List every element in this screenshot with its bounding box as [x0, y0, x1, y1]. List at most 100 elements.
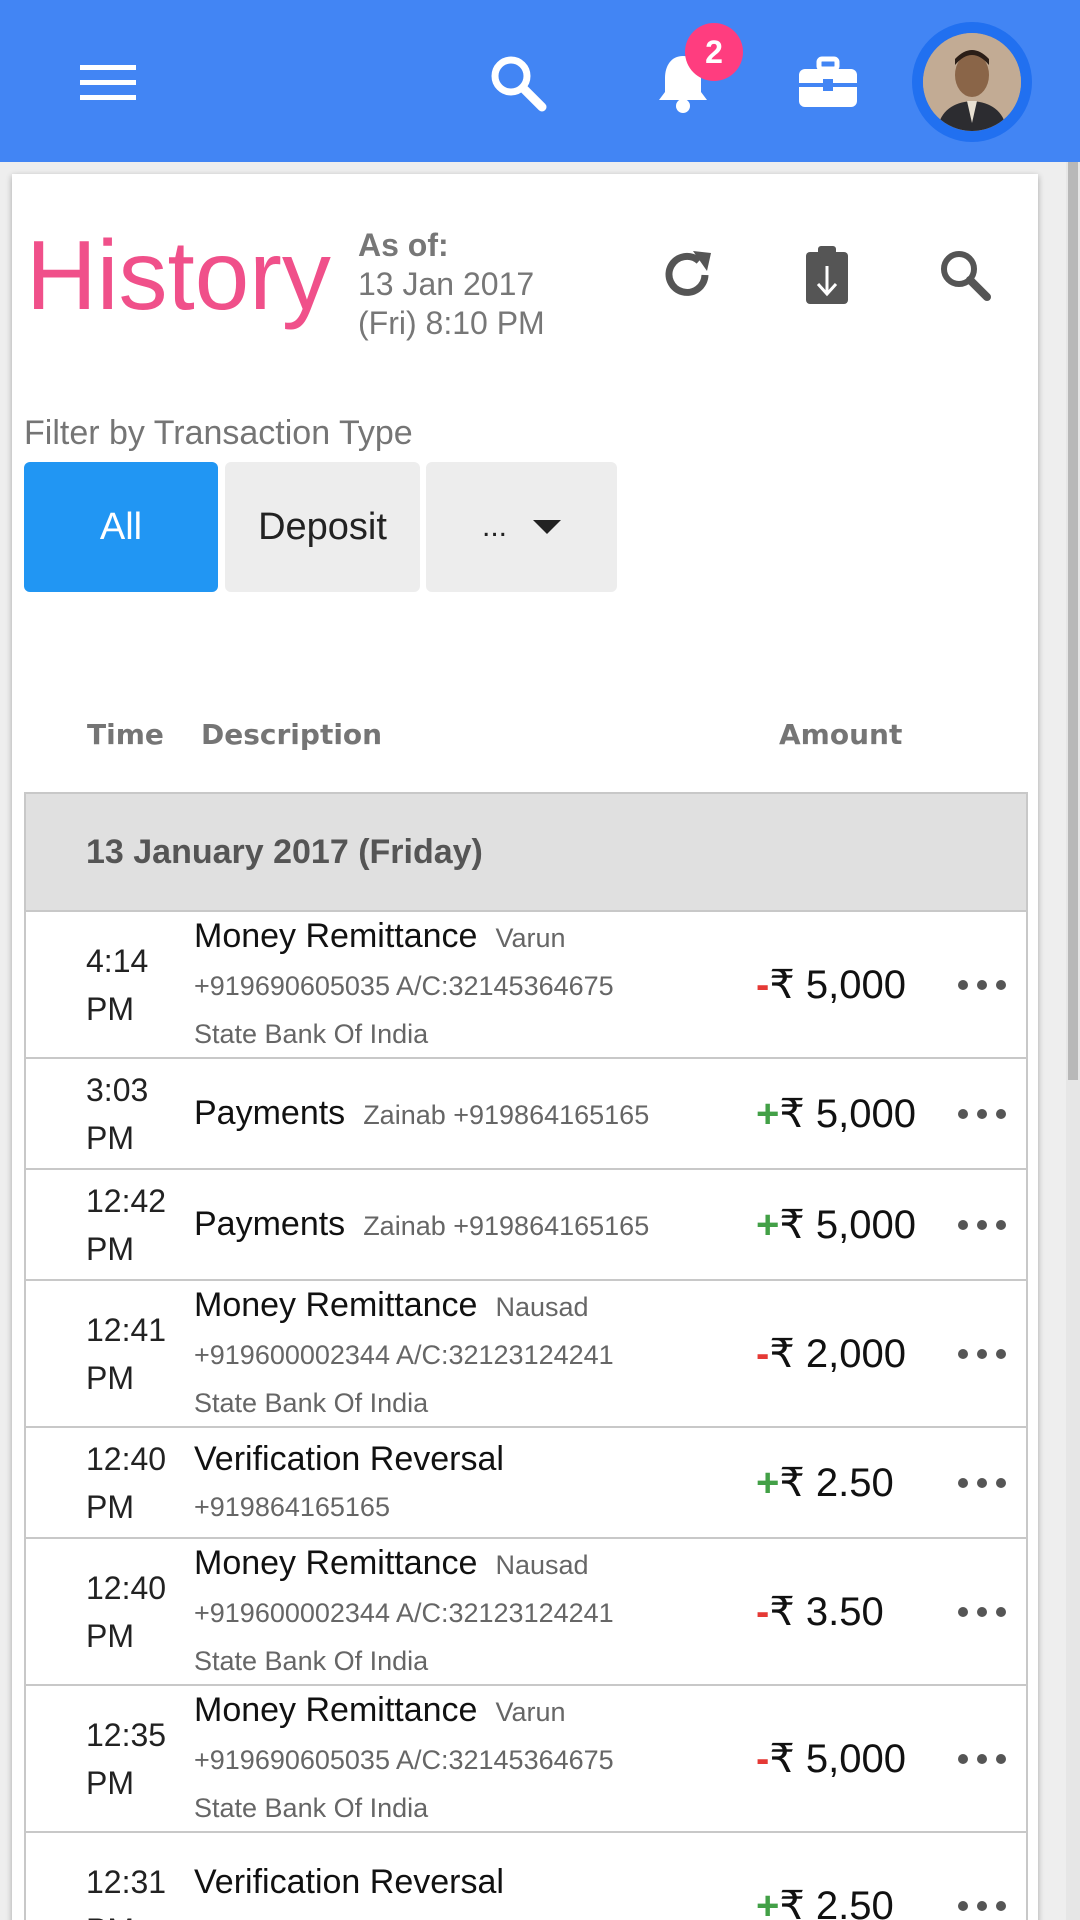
row-more-icon[interactable] [958, 1896, 1006, 1916]
transactions-table: 13 January 2017 (Friday) 4:14 PM Money R… [24, 792, 1028, 1920]
search-button[interactable] [480, 45, 556, 121]
row-bank: State Bank Of India [194, 1018, 429, 1049]
row-name: Varun [495, 922, 566, 953]
row-amount: +₹ 5,000 [756, 1091, 916, 1137]
table-row[interactable]: 12:35 PM Money Remittance Varun +91969060… [26, 1686, 1026, 1833]
as-of-label: As of: [358, 227, 449, 263]
page-title: History [26, 220, 331, 330]
row-amount-value: ₹ 5,000 [779, 1091, 917, 1136]
row-more-icon[interactable] [958, 1749, 1006, 1769]
notification-badge: 2 [685, 23, 743, 81]
row-more-icon[interactable] [958, 1215, 1006, 1235]
as-of-block: As of: 13 Jan 2017 (Fri) 8:10 PM [358, 226, 545, 343]
row-detail: +919864165165 [194, 1906, 754, 1920]
row-description: Money Remittance Nausad +919600002344 A/C… [194, 1539, 754, 1685]
row-time: 12:31 PM [86, 1863, 167, 1920]
table-row[interactable]: 12:40 PM Verification Reversal +91986416… [26, 1428, 1026, 1539]
row-amount-value: ₹ 5,000 [779, 1202, 917, 1247]
row-more-icon[interactable] [958, 1344, 1006, 1364]
row-title: Verification Reversal [194, 1439, 504, 1478]
row-title: Money Remittance [194, 1690, 478, 1729]
download-statement-button[interactable] [792, 240, 862, 310]
row-detail: +919690605035 A/C:32145364675 [194, 1744, 614, 1775]
filter-deposit-button[interactable]: Deposit [225, 462, 420, 592]
column-header-time: Time [87, 718, 164, 751]
history-card: History As of: 13 Jan 2017 (Fri) 8:10 PM… [12, 174, 1038, 1920]
row-amount: +₹ 5,000 [756, 1202, 916, 1248]
as-of-time: (Fri) 8:10 PM [358, 305, 545, 341]
filter-all-button[interactable]: All [24, 462, 218, 592]
avatar[interactable] [912, 22, 1032, 142]
row-title: Payments [194, 1204, 346, 1243]
table-row[interactable]: 12:41 PM Money Remittance Nausad +9196000… [26, 1281, 1026, 1428]
row-name: Nausad [495, 1549, 589, 1580]
table-row[interactable]: 4:14 PM Money Remittance Varun +919690605… [26, 912, 1026, 1059]
refresh-button[interactable] [652, 240, 722, 310]
row-time: 12:42 PM [86, 1182, 167, 1267]
app-bar: 2 [0, 0, 1080, 162]
row-title: Money Remittance [194, 1285, 478, 1324]
row-amount: +₹ 2.50 [756, 1460, 894, 1506]
column-header-description: Description [201, 718, 383, 751]
row-name: Varun [495, 1696, 566, 1727]
row-amount: -₹ 3.50 [756, 1589, 884, 1635]
table-row[interactable]: 3:03 PM Payments Zainab +919864165165 +₹ … [26, 1059, 1026, 1170]
filter-label: Filter by Transaction Type [24, 414, 413, 452]
clipboard-download-icon [806, 246, 848, 304]
row-time: 12:40 PM [86, 1569, 167, 1654]
date-group-header: 13 January 2017 (Friday) [26, 794, 1026, 912]
row-time: 3:03 PM [86, 1071, 149, 1156]
row-amount-value: ₹ 3.50 [769, 1589, 884, 1634]
row-bank: State Bank Of India [194, 1792, 429, 1823]
row-bank: State Bank Of India [194, 1387, 429, 1418]
row-description: Payments Zainab +919864165165 [194, 1200, 754, 1250]
row-sign: + [756, 1883, 780, 1920]
wallet-button[interactable] [790, 45, 866, 121]
row-title: Money Remittance [194, 916, 478, 955]
row-name: Zainab +919864165165 [363, 1099, 650, 1130]
row-sign: - [756, 962, 770, 1007]
row-amount: -₹ 5,000 [756, 962, 906, 1008]
row-sign: + [756, 1202, 780, 1247]
row-time: 12:35 PM [86, 1716, 167, 1801]
row-sign: - [756, 1736, 770, 1781]
row-description: Money Remittance Varun +919690605035 A/C:… [194, 1686, 754, 1832]
table-row[interactable]: 12:42 PM Payments Zainab +919864165165 +₹… [26, 1170, 1026, 1281]
row-amount-value: ₹ 2.50 [779, 1460, 894, 1505]
row-detail: +919600002344 A/C:32123124241 [194, 1339, 614, 1370]
row-amount: -₹ 2,000 [756, 1331, 906, 1377]
row-description: Money Remittance Varun +919690605035 A/C:… [194, 912, 754, 1058]
briefcase-icon [799, 56, 857, 107]
as-of-date: 13 Jan 2017 [358, 266, 535, 302]
row-name: Nausad [495, 1291, 589, 1322]
row-time: 12:40 PM [86, 1440, 167, 1525]
filter-more-dropdown[interactable]: ... [426, 462, 617, 592]
caret-down-icon [533, 520, 561, 534]
row-description: Money Remittance Nausad +919600002344 A/C… [194, 1281, 754, 1427]
row-description: Verification Reversal +919864165165 [194, 1435, 754, 1531]
row-more-icon[interactable] [958, 975, 1006, 995]
row-more-icon[interactable] [958, 1104, 1006, 1124]
row-title: Money Remittance [194, 1543, 478, 1582]
row-detail: +919600002344 A/C:32123124241 [194, 1597, 614, 1628]
history-search-button[interactable] [930, 240, 1000, 310]
search-icon [941, 251, 991, 301]
row-detail: +919864165165 [194, 1491, 390, 1522]
scrollbar-thumb[interactable] [1068, 162, 1078, 1080]
row-more-icon[interactable] [958, 1473, 1006, 1493]
search-icon [491, 56, 547, 112]
menu-button[interactable] [70, 45, 146, 121]
table-row[interactable]: 12:31 PM Verification Reversal +91986416… [26, 1833, 1026, 1920]
row-amount: +₹ 2.50 [756, 1883, 894, 1920]
row-sign: + [756, 1091, 780, 1136]
row-amount-value: ₹ 2.50 [779, 1883, 894, 1920]
row-sign: - [756, 1589, 770, 1634]
row-title: Verification Reversal [194, 1862, 504, 1901]
row-more-icon[interactable] [958, 1602, 1006, 1622]
row-detail: +919690605035 A/C:32145364675 [194, 970, 614, 1001]
row-bank: State Bank Of India [194, 1645, 429, 1676]
row-amount-value: ₹ 2,000 [769, 1331, 906, 1376]
row-title: Payments [194, 1093, 346, 1132]
row-sign: - [756, 1331, 770, 1376]
table-row[interactable]: 12:40 PM Money Remittance Nausad +9196000… [26, 1539, 1026, 1686]
